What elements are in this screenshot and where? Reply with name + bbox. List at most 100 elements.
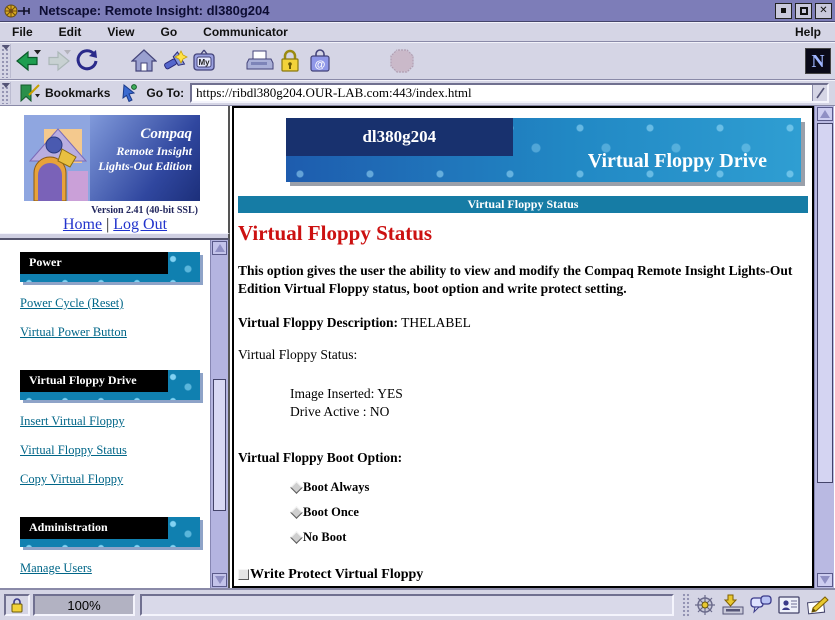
nav-link-virtual-power-button[interactable]: Virtual Power Button [20, 325, 127, 340]
netscape-logo[interactable]: N [805, 48, 831, 74]
composer-icon [805, 594, 829, 616]
nav-link-virtual-floppy-status[interactable]: Virtual Floppy Status [20, 443, 127, 458]
logout-link[interactable]: Log Out [113, 216, 167, 233]
back-icon [14, 48, 42, 74]
address-book-button[interactable] [775, 593, 803, 617]
nav-scroll-up-arrow[interactable] [212, 241, 227, 255]
main-scroll-down-arrow[interactable] [817, 573, 833, 587]
progress-indicator: 100% [33, 594, 135, 616]
reload-button[interactable] [73, 46, 103, 76]
hostname: dl380g204 [362, 127, 436, 147]
main-scrollbar[interactable] [814, 106, 834, 588]
discussions-button[interactable] [747, 593, 775, 617]
close-button[interactable]: ✕ [815, 3, 832, 19]
write-protect-option[interactable]: Write Protect Virtual Floppy [238, 567, 812, 583]
mail-inbox-icon [721, 594, 745, 616]
radio-icon[interactable] [290, 506, 303, 519]
status-label: Virtual Floppy Status: [238, 347, 812, 363]
shop-icon: @ [307, 48, 333, 74]
mail-inbox-button[interactable] [719, 593, 747, 617]
nav-scrollbar[interactable] [210, 240, 228, 588]
boot-option-label: Virtual Floppy Boot Option: [238, 450, 812, 466]
no-boot-option[interactable]: No Boot [290, 530, 812, 545]
netscape-logo-letter: N [812, 51, 825, 72]
maximize-button[interactable] [795, 3, 812, 19]
nav-link-manage-users[interactable]: Manage Users [20, 561, 92, 576]
radio-icon[interactable] [290, 481, 303, 494]
section-header-virtual-floppy: Virtual Floppy Drive [20, 370, 200, 400]
menu-bar: File Edit View Go Communicator Help [0, 22, 835, 42]
menu-view[interactable]: View [107, 25, 134, 39]
menu-file[interactable]: File [12, 25, 33, 39]
shop-button[interactable]: @ [305, 46, 335, 76]
checkbox-label: Write Protect Virtual Floppy [250, 567, 423, 583]
boot-always-option[interactable]: Boot Always [290, 480, 812, 495]
bookmarks-button[interactable]: Bookmarks [45, 86, 110, 100]
home-link[interactable]: Home [63, 216, 102, 233]
radio-label: No Boot [303, 530, 346, 545]
nav-link-power-cycle[interactable]: Power Cycle (Reset) [20, 296, 123, 311]
status-bar: 100% [0, 588, 835, 620]
print-button[interactable] [245, 46, 275, 76]
back-button[interactable] [13, 46, 43, 76]
search-button[interactable] [159, 46, 189, 76]
frameset: Compaq Remote Insight Lights-Out Edition… [0, 106, 835, 588]
composer-button[interactable] [803, 593, 831, 617]
discussions-icon [749, 594, 773, 616]
boot-once-option[interactable]: Boot Once [290, 505, 812, 520]
url-field-frame [190, 83, 829, 103]
minimize-button[interactable] [775, 3, 792, 19]
url-dropdown-button[interactable] [812, 85, 827, 101]
security-status-button[interactable] [4, 594, 30, 616]
window-title: Netscape: Remote Insight: dl380g204 [39, 3, 772, 18]
location-collapse-grip[interactable] [1, 82, 11, 104]
compaq-remote-insight-logo: Compaq Remote Insight Lights-Out Edition [24, 115, 200, 201]
page-banner: dl380g204 Virtual Floppy Drive [286, 118, 801, 182]
frame-divider[interactable] [0, 233, 230, 240]
radio-icon[interactable] [290, 531, 303, 544]
menu-edit[interactable]: Edit [59, 25, 82, 39]
bookmarks-icon [17, 83, 41, 103]
nav-link-insert-virtual-floppy[interactable]: Insert Virtual Floppy [20, 414, 125, 429]
nav-link-copy-virtual-floppy[interactable]: Copy Virtual Floppy [20, 472, 123, 487]
section-title: Administration [20, 517, 168, 539]
main-scrollbar-thumb[interactable] [817, 123, 833, 483]
status-bar-strip: Virtual Floppy Status [238, 196, 808, 213]
forward-button[interactable] [43, 46, 73, 76]
url-input[interactable] [192, 85, 812, 101]
stop-button[interactable] [387, 46, 417, 76]
page-proxy-icon[interactable] [120, 83, 138, 103]
logo-product-line1: Remote Insight [90, 144, 192, 159]
nav-menu: Power Power Cycle (Reset) Virtual Power … [0, 240, 210, 588]
location-toolbar: Bookmarks Go To: [0, 80, 835, 106]
main-document: dl380g204 Virtual Floppy Drive Virtual F… [232, 106, 814, 588]
component-bar-grip[interactable] [682, 593, 691, 617]
section-title: Power [20, 252, 168, 274]
logo-brand: Compaq [90, 125, 192, 144]
security-button[interactable] [275, 46, 305, 76]
nav-scrollbar-thumb[interactable] [213, 379, 226, 511]
my-netscape-icon: My [191, 48, 217, 74]
nav-frame: Power Power Cycle (Reset) Virtual Power … [0, 240, 230, 588]
window-titlebar: Netscape: Remote Insight: dl380g204 ✕ [0, 0, 835, 22]
menu-help[interactable]: Help [795, 25, 821, 39]
drive-active-line: Drive Active : NO [290, 403, 812, 421]
window-icon[interactable] [3, 3, 33, 19]
toolbar-collapse-grip[interactable] [1, 44, 11, 78]
address-book-icon [777, 594, 801, 616]
menu-communicator[interactable]: Communicator [203, 25, 288, 39]
home-icon [131, 48, 157, 74]
nav-scroll-down-arrow[interactable] [212, 573, 227, 587]
my-netscape-button[interactable]: My [189, 46, 219, 76]
checkbox-icon[interactable] [238, 569, 249, 580]
status-message-field [140, 594, 674, 616]
section-header-power: Power [20, 252, 200, 282]
home-button[interactable] [129, 46, 159, 76]
svg-text:@: @ [315, 59, 326, 71]
description-line: Virtual Floppy Description: THELABEL [238, 315, 812, 331]
navigator-button[interactable] [691, 593, 719, 617]
main-scroll-up-arrow[interactable] [817, 107, 833, 121]
svg-text:My: My [198, 58, 210, 67]
description-value: THELABEL [401, 315, 471, 330]
menu-go[interactable]: Go [160, 25, 177, 39]
